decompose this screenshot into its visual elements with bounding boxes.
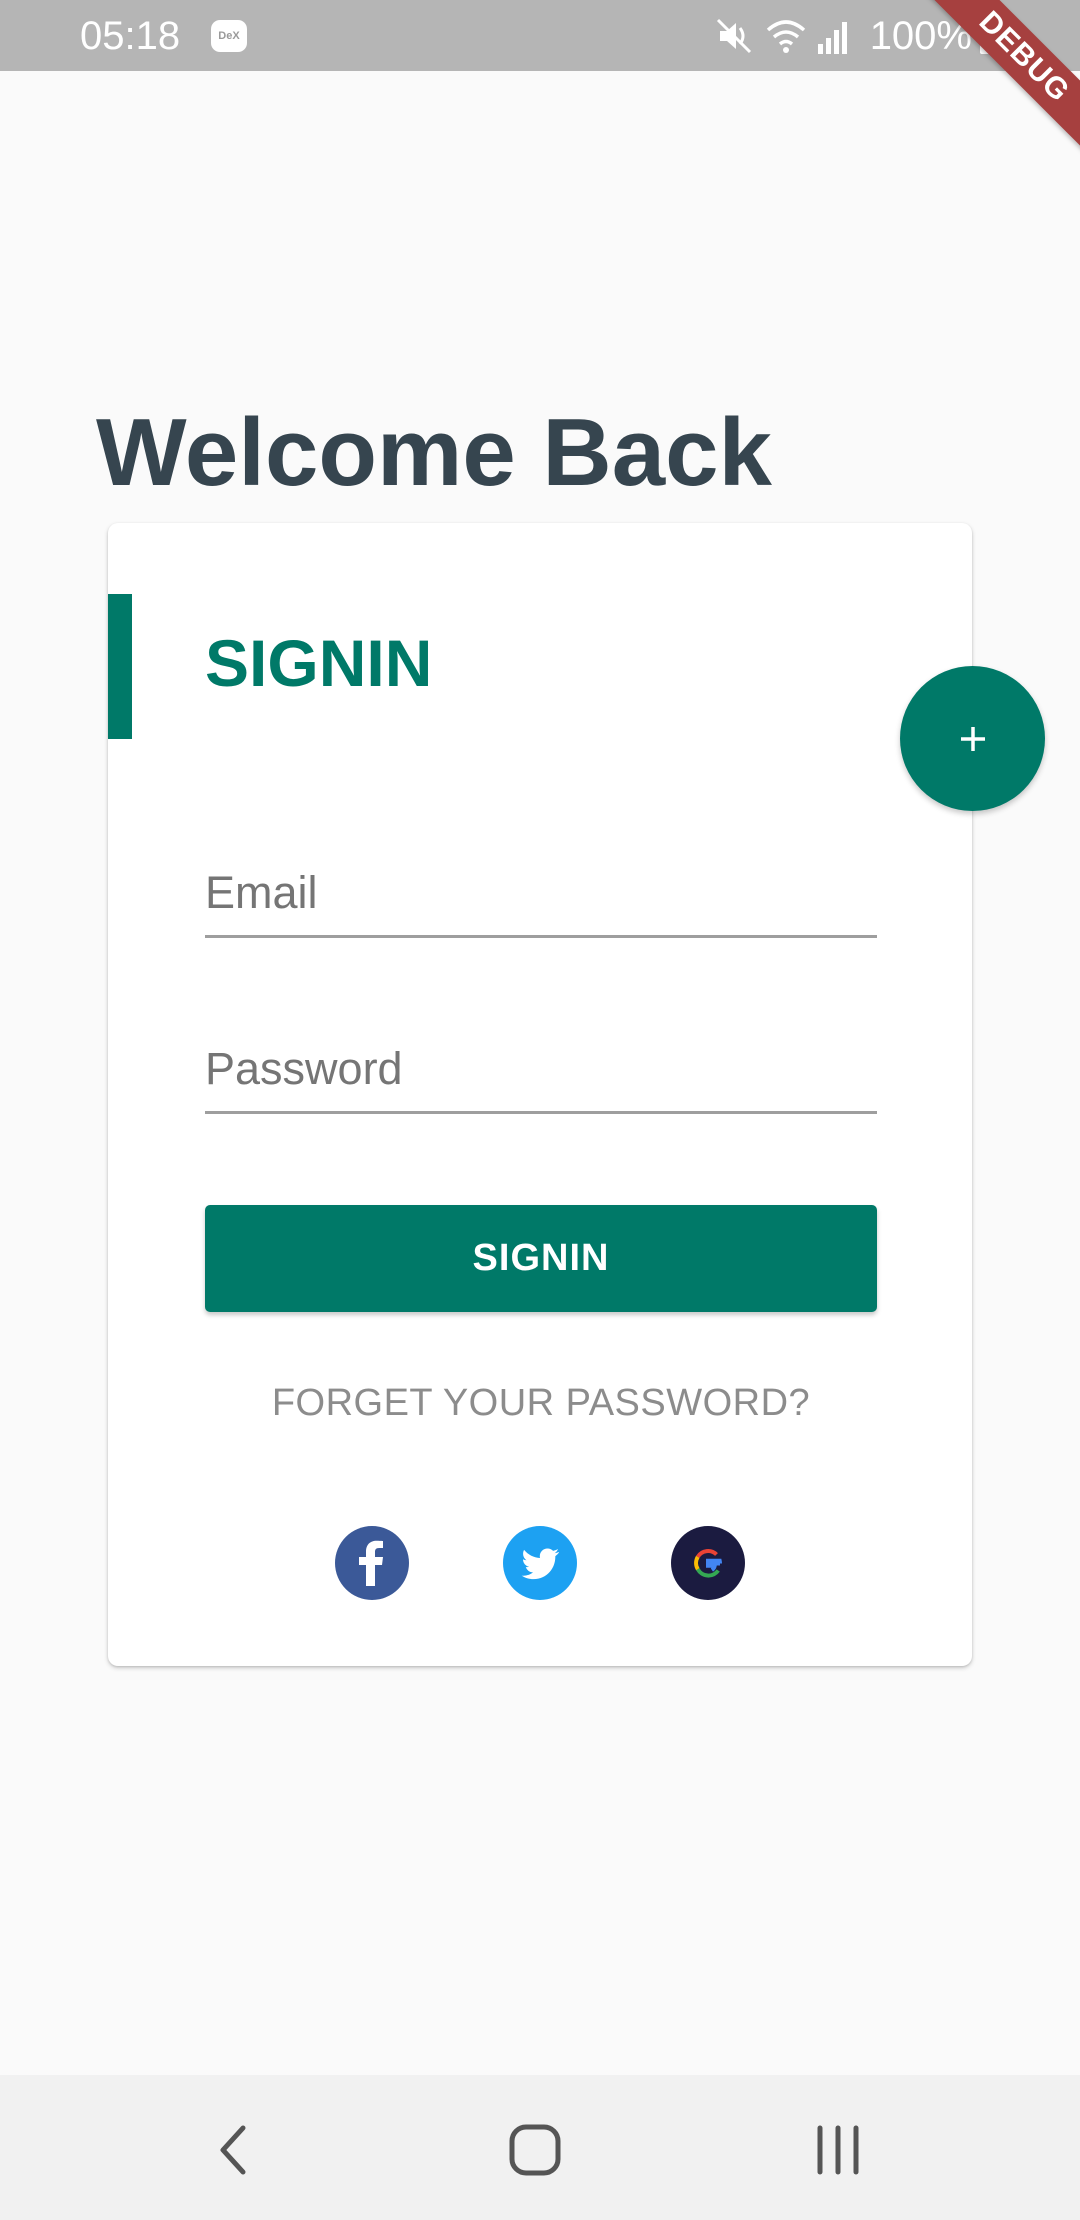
twitter-login-button[interactable] <box>503 1526 577 1600</box>
forgot-password-link[interactable]: FORGET YOUR PASSWORD? <box>205 1378 877 1428</box>
heading-accent-bar <box>108 594 132 739</box>
status-bar: 05:18 DeX 100% <box>0 0 1080 71</box>
google-icon <box>694 1549 722 1578</box>
signin-button[interactable]: SIGNIN <box>205 1205 877 1312</box>
back-button[interactable] <box>188 2105 278 2195</box>
recents-button[interactable] <box>793 2105 883 2195</box>
back-icon <box>220 2125 246 2175</box>
dex-badge: DeX <box>211 20 247 52</box>
signal-icon <box>816 16 852 56</box>
email-field <box>205 843 877 938</box>
twitter-icon <box>521 1548 560 1580</box>
google-login-button[interactable] <box>671 1526 745 1600</box>
signin-card: SIGNIN SIGNIN FORGET YOUR PASSWORD? <box>108 523 972 1666</box>
navigation-bar <box>0 2075 1080 2220</box>
wifi-icon <box>764 16 808 56</box>
password-field <box>205 1019 877 1114</box>
recents-icon <box>817 2125 859 2175</box>
home-icon <box>509 2124 561 2176</box>
status-time: 05:18 <box>80 14 181 58</box>
card-heading: SIGNIN <box>205 626 433 700</box>
email-input[interactable] <box>205 863 877 923</box>
plus-icon <box>960 726 985 751</box>
page-title: Welcome Back <box>96 399 772 506</box>
password-input[interactable] <box>205 1039 877 1099</box>
facebook-icon <box>359 1540 383 1586</box>
add-account-fab[interactable] <box>900 666 1045 811</box>
home-button[interactable] <box>490 2105 580 2195</box>
facebook-login-button[interactable] <box>335 1526 409 1600</box>
mute-icon <box>714 16 754 56</box>
